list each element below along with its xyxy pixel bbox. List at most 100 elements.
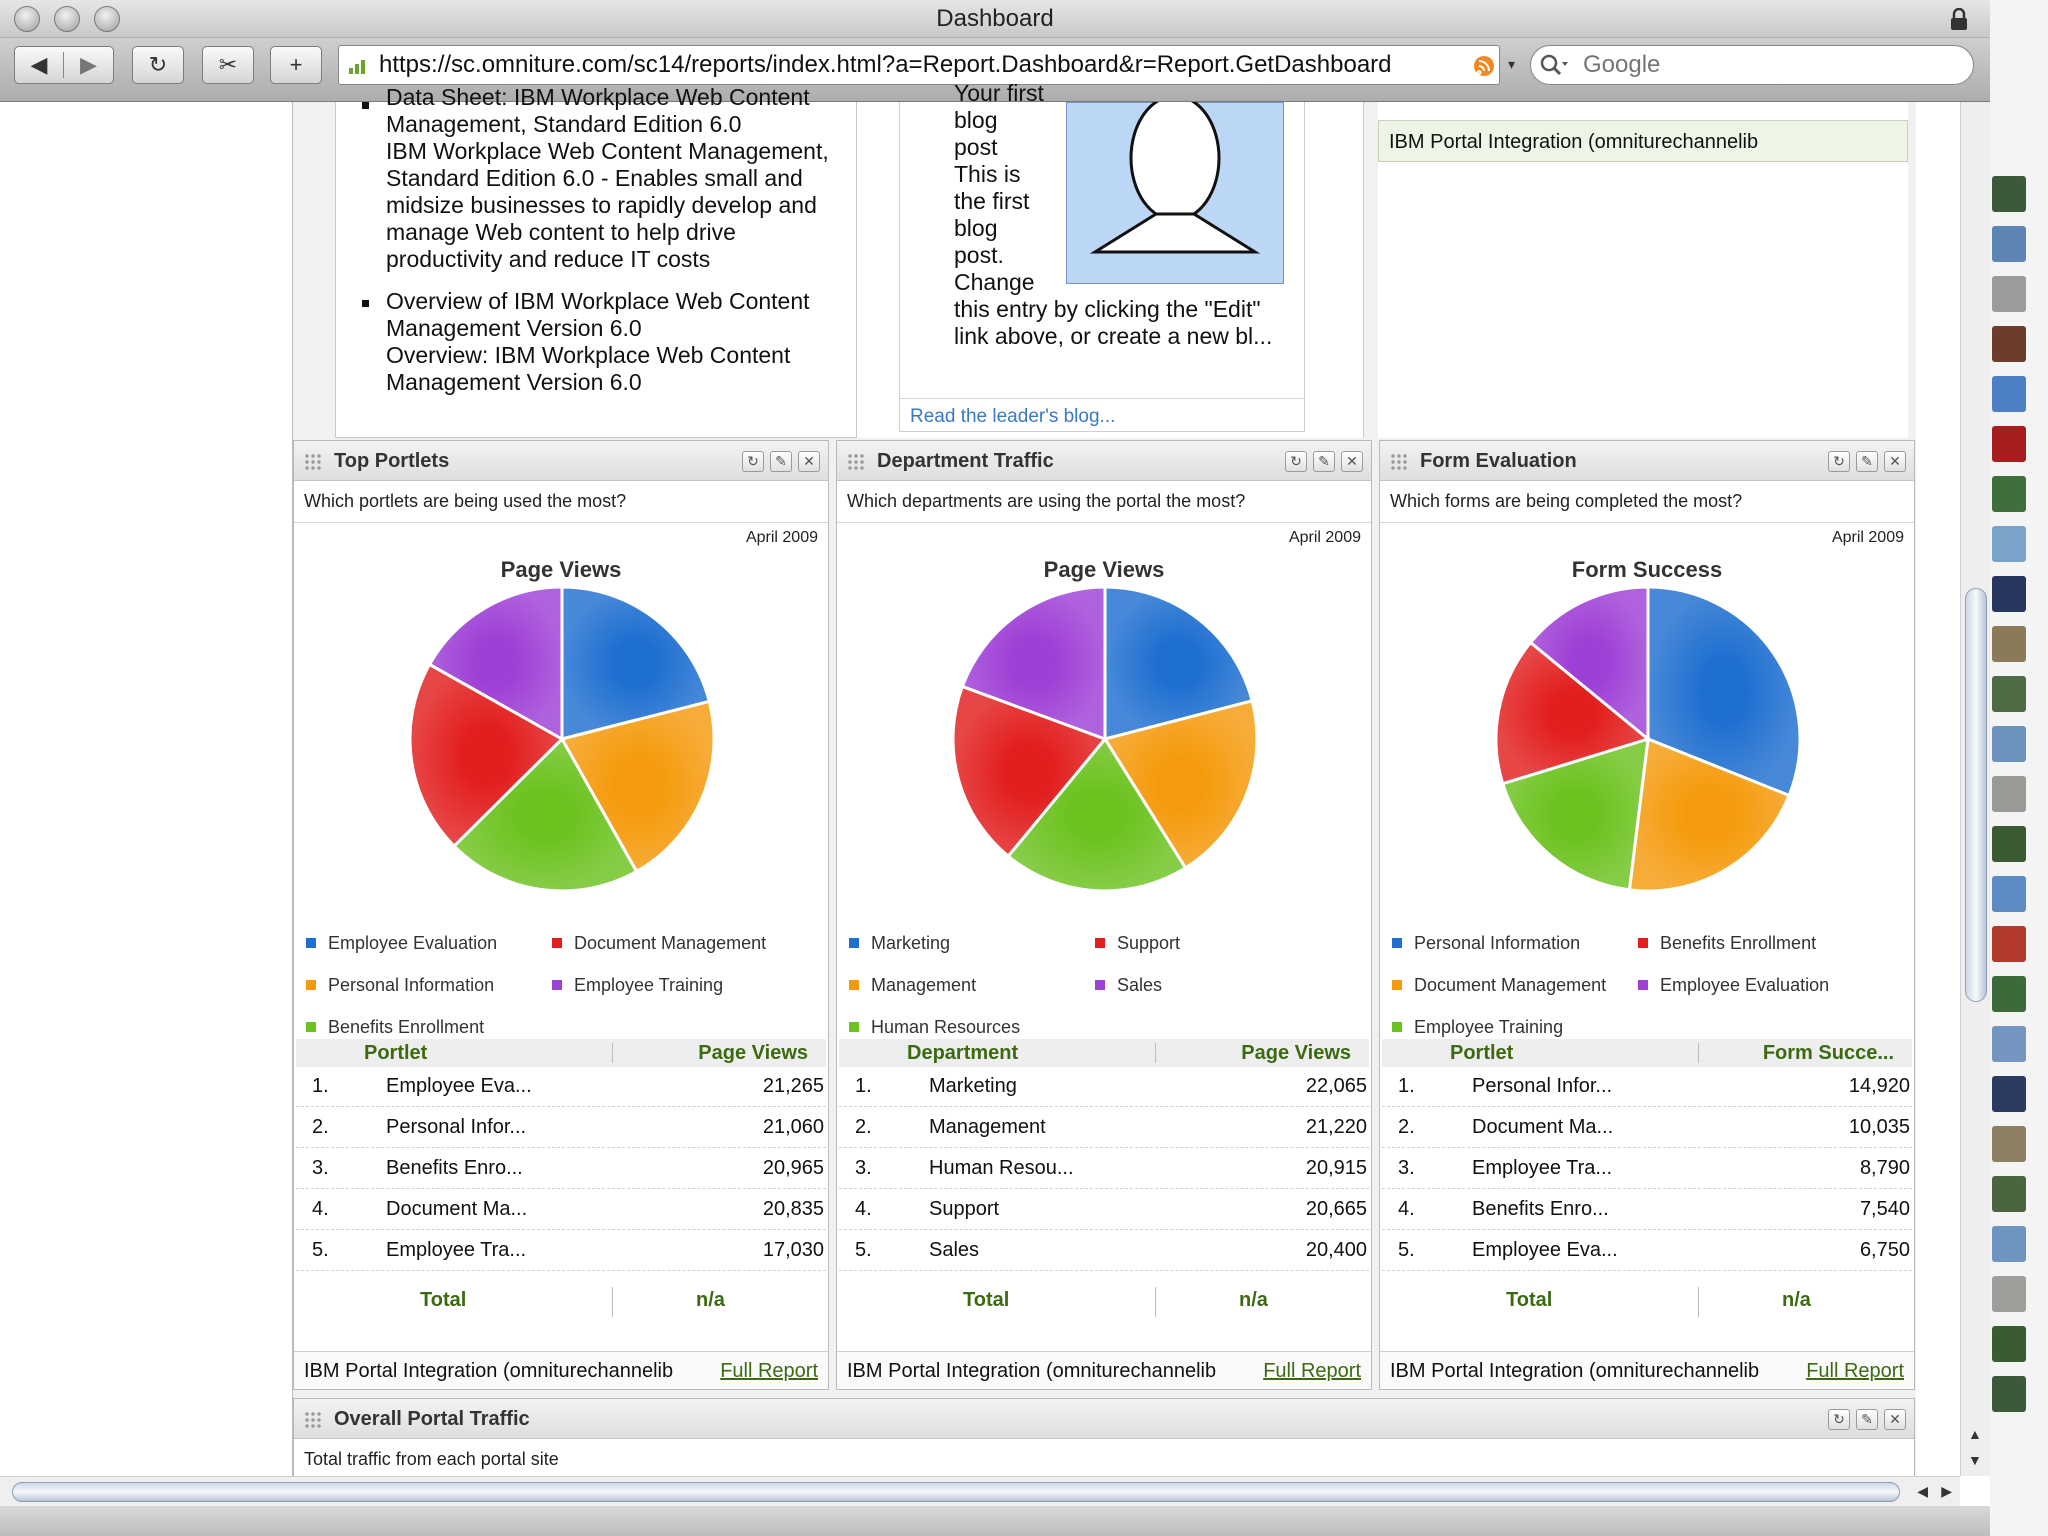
table-row[interactable]: 1. Marketing 22,065 <box>839 1067 1369 1107</box>
reload-button[interactable]: ↻ <box>132 46 184 84</box>
refresh-icon[interactable]: ↻ <box>1828 1409 1850 1430</box>
close-icon[interactable]: ✕ <box>1884 1409 1906 1430</box>
horizontal-scroll-thumb[interactable] <box>12 1482 1900 1502</box>
close-icon[interactable]: ✕ <box>798 451 820 472</box>
desktop-thumbnail-icon <box>1992 626 2026 662</box>
desktop-thumbnail-icon <box>1992 676 2026 712</box>
drag-handle-icon[interactable] <box>304 453 322 471</box>
row-value: 8,790 <box>1859 1157 1910 1179</box>
search-input[interactable] <box>1530 45 1974 85</box>
read-leader-blog-link[interactable]: Read the leader's blog... <box>910 406 1115 428</box>
table-row[interactable]: 5. Sales 20,400 <box>839 1231 1369 1271</box>
legend-swatch <box>1095 980 1105 990</box>
column-header-name[interactable]: Portlet <box>1450 1042 1513 1065</box>
scroll-up-arrow-icon[interactable]: ▲ <box>1968 1426 1982 1442</box>
table-row[interactable]: 2. Personal Infor... 21,060 <box>296 1108 826 1148</box>
card-question: Which portlets are being used the most? <box>304 491 627 511</box>
card-header: Form Evaluation ↻ ✎ ✕ <box>1380 441 1914 481</box>
add-bookmark-button[interactable]: + <box>270 46 322 84</box>
full-report-link[interactable]: Full Report <box>720 1360 818 1383</box>
desktop-thumbnail-icon <box>1992 1076 2026 1112</box>
row-name: Employee Eva... <box>386 1075 532 1097</box>
horizontal-scrollbar[interactable]: ◀ ▶ <box>0 1476 1960 1506</box>
legend-swatch <box>552 980 562 990</box>
edit-icon[interactable]: ✎ <box>770 451 792 472</box>
column-header-value[interactable]: Form Succe... <box>1763 1042 1894 1065</box>
total-label: Total <box>420 1289 467 1311</box>
table-row[interactable]: 2. Document Ma... 10,035 <box>1382 1108 1912 1148</box>
table-row[interactable]: 4. Benefits Enro... 7,540 <box>1382 1190 1912 1230</box>
full-report-link[interactable]: Full Report <box>1806 1360 1904 1383</box>
scroll-left-arrow-icon[interactable]: ◀ <box>1917 1483 1928 1500</box>
row-value: 17,030 <box>762 1239 824 1261</box>
refresh-icon[interactable]: ↻ <box>742 451 764 472</box>
article-desc-2: Overview: IBM Workplace Web Content Mana… <box>386 342 791 395</box>
table-row[interactable]: 1. Personal Infor... 14,920 <box>1382 1067 1912 1107</box>
pie-chart <box>408 585 716 893</box>
legend-label: Personal Information <box>328 975 495 995</box>
column-header-value[interactable]: Page Views <box>698 1042 808 1065</box>
row-name: Sales <box>929 1239 980 1261</box>
column-header-value[interactable]: Page Views <box>1241 1042 1351 1065</box>
desktop-thumbnail-icon <box>1992 226 2026 262</box>
refresh-icon[interactable]: ↻ <box>1285 451 1307 472</box>
card-question: Which forms are being completed the most… <box>1390 491 1743 511</box>
edit-icon[interactable]: ✎ <box>1313 451 1335 472</box>
column-header-name[interactable]: Department <box>907 1042 1018 1065</box>
scroll-right-arrow-icon[interactable]: ▶ <box>1941 1483 1952 1500</box>
total-row: Total n/a <box>1382 1283 1912 1319</box>
blog-post-title-link[interactable]: Your first blog post <box>954 80 1044 161</box>
table-row[interactable]: 1. Employee Eva... 21,265 <box>296 1067 826 1107</box>
blog-body-line: post. <box>954 242 1004 268</box>
legend-label: Personal Information <box>1414 933 1581 953</box>
table-row[interactable]: 2. Management 21,220 <box>839 1108 1369 1148</box>
card-header: Top Portlets ↻ ✎ ✕ <box>294 441 828 481</box>
legend-item: Human Resources <box>849 1017 1020 1038</box>
vertical-scrollbar[interactable]: ▲ ▼ <box>1960 102 1990 1476</box>
back-icon[interactable]: ◀ <box>15 52 65 78</box>
refresh-icon[interactable]: ↻ <box>1828 451 1850 472</box>
close-icon[interactable]: ✕ <box>1341 451 1363 472</box>
row-rank: 1. <box>855 1075 872 1097</box>
table-row[interactable]: 3. Employee Tra... 8,790 <box>1382 1149 1912 1189</box>
row-value: 21,220 <box>1305 1116 1367 1138</box>
table-row[interactable]: 5. Employee Eva... 6,750 <box>1382 1231 1912 1271</box>
edit-icon[interactable]: ✎ <box>1856 1409 1878 1430</box>
desktop-thumbnail-icon <box>1992 476 2026 512</box>
table-row[interactable]: 4. Support 20,665 <box>839 1190 1369 1230</box>
scroll-down-arrow-icon[interactable]: ▼ <box>1968 1452 1982 1468</box>
legend-item: Employee Training <box>552 975 723 996</box>
vertical-scroll-thumb[interactable] <box>1965 588 1987 1002</box>
close-icon[interactable]: ✕ <box>1884 451 1906 472</box>
column-header-name[interactable]: Portlet <box>364 1042 427 1065</box>
desktop-thumbnail-icon <box>1992 526 2026 562</box>
drag-handle-icon[interactable] <box>1390 453 1408 471</box>
table-row[interactable]: 3. Benefits Enro... 20,965 <box>296 1149 826 1189</box>
row-rank: 3. <box>1398 1157 1415 1179</box>
article-link-1[interactable]: Data Sheet: IBM Workplace Web Content Ma… <box>386 84 842 138</box>
table-row[interactable]: 3. Human Resou... 20,915 <box>839 1149 1369 1189</box>
url-dropdown-icon[interactable]: ▾ <box>1508 56 1515 73</box>
rss-icon[interactable] <box>1473 55 1495 77</box>
legend-swatch <box>1638 980 1648 990</box>
row-value: 7,540 <box>1859 1198 1910 1220</box>
drag-handle-icon[interactable] <box>847 453 865 471</box>
row-rank: 5. <box>855 1239 872 1261</box>
url-text: https://sc.omniture.com/sc14/reports/ind… <box>379 51 1392 78</box>
full-report-link[interactable]: Full Report <box>1263 1360 1361 1383</box>
forward-icon[interactable]: ▶ <box>64 52 113 78</box>
address-bar[interactable]: https://sc.omniture.com/sc14/reports/ind… <box>338 45 1500 85</box>
edit-icon[interactable]: ✎ <box>1856 451 1878 472</box>
legend-item: Document Management <box>1392 975 1606 996</box>
snippet-button[interactable]: ✂ <box>202 46 254 84</box>
legend-swatch <box>1392 1022 1402 1032</box>
row-name: Management <box>929 1116 1046 1138</box>
article-list-panel: Data Sheet: IBM Workplace Web Content Ma… <box>335 84 857 438</box>
row-value: 22,065 <box>1305 1075 1367 1097</box>
table-row[interactable]: 5. Employee Tra... 17,030 <box>296 1231 826 1271</box>
article-link-2[interactable]: Overview of IBM Workplace Web Content Ma… <box>386 288 846 342</box>
legend-item: Personal Information <box>1392 933 1581 954</box>
drag-handle-icon[interactable] <box>304 1411 322 1429</box>
table-row[interactable]: 4. Document Ma... 20,835 <box>296 1190 826 1230</box>
top-right-footer: IBM Portal Integration (omniturechanneli… <box>1378 120 1908 162</box>
